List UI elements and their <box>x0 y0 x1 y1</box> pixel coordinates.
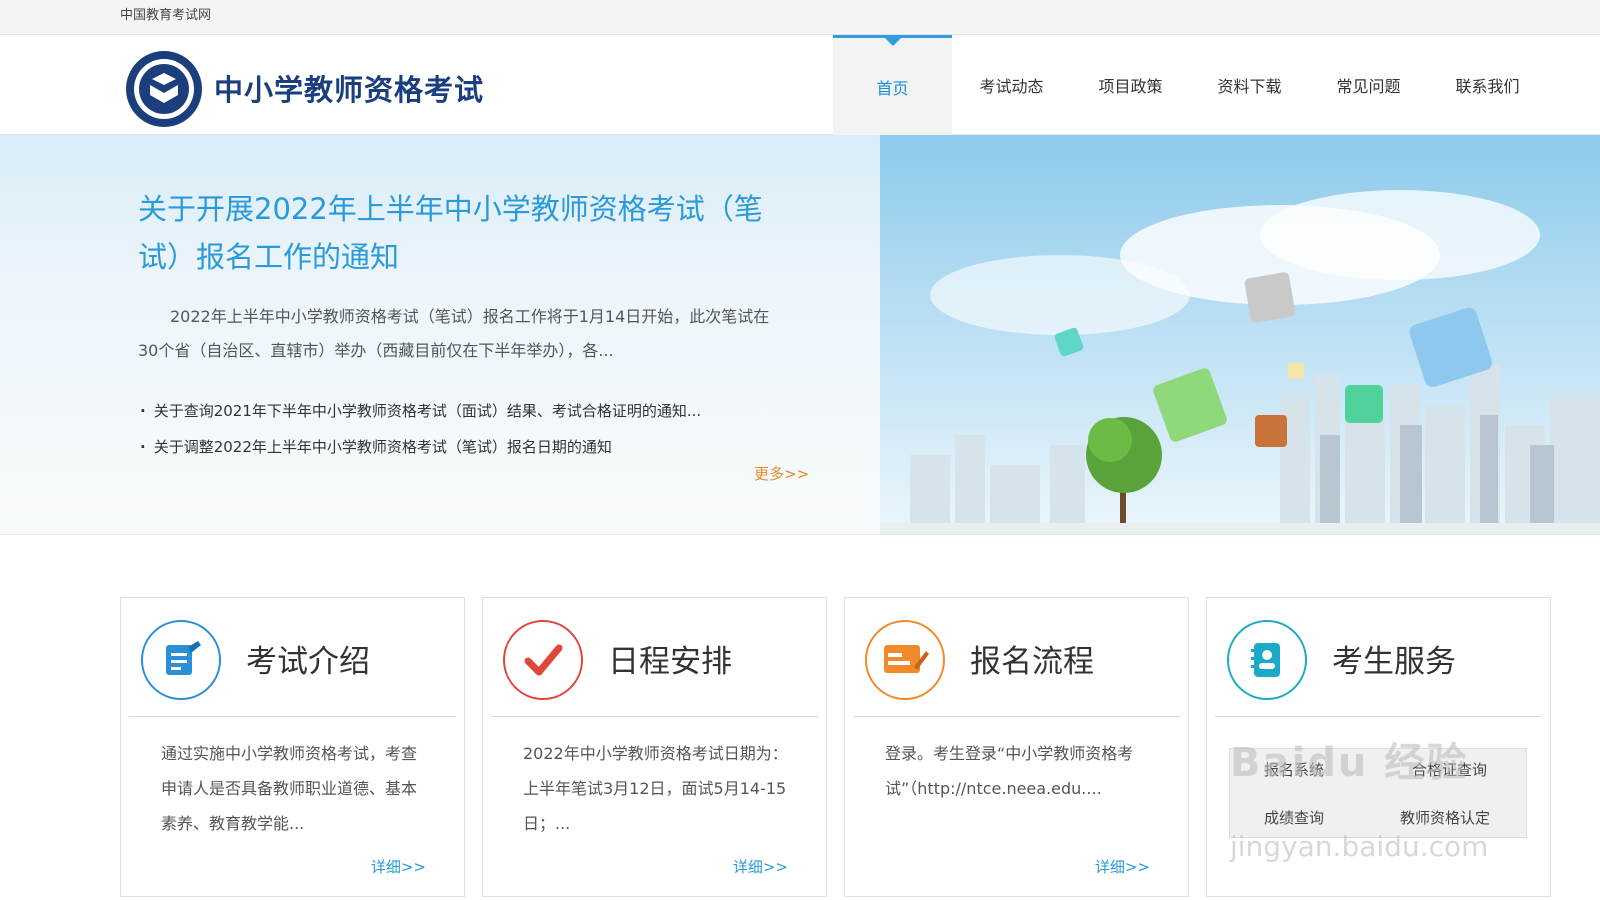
news-banner: 关于开展2022年上半年中小学教师资格考试（笔试）报名工作的通知 2022年上半… <box>0 135 1600 535</box>
nav-faq[interactable]: 常见问题 <box>1309 35 1428 135</box>
card-description: 登录。考生登录“中小学教师资格考试”（http://ntce.neea.edu.… <box>885 744 1134 798</box>
news-item[interactable]: 关于查询2021年下半年中小学教师资格考试（面试）结果、考试合格证明的通知... <box>140 393 800 429</box>
card-title: 考试介绍 <box>246 644 370 680</box>
card-title: 报名流程 <box>970 644 1094 680</box>
main-nav: 首页 考试动态 项目政策 资料下载 常见问题 联系我们 <box>833 35 1547 135</box>
checkmark-icon[interactable] <box>503 620 583 700</box>
news-item[interactable]: 关于调整2022年上半年中小学教师资格考试（笔试）报名日期的通知 <box>140 429 800 465</box>
news-list: 关于查询2021年下半年中小学教师资格考试（面试）结果、考试合格证明的通知...… <box>140 393 800 465</box>
nav-policy[interactable]: 项目政策 <box>1071 35 1190 135</box>
watermark-url: jingyan.baidu.com <box>1230 830 1489 863</box>
headline-news-link[interactable]: 关于开展2022年上半年中小学教师资格考试（笔试）报名工作的通知 <box>138 185 798 281</box>
divider <box>491 716 818 717</box>
details-link[interactable]: 详细>> <box>371 856 426 877</box>
city-illustration <box>880 135 1600 534</box>
exam-logo-icon[interactable] <box>124 49 204 129</box>
service-score-query[interactable]: 成绩查询 <box>1264 807 1324 828</box>
brand-title: 中小学教师资格考试 <box>214 73 485 107</box>
nav-downloads[interactable]: 资料下载 <box>1190 35 1309 135</box>
document-edit-icon[interactable] <box>141 620 221 700</box>
more-news-link[interactable]: 更多>> <box>754 463 809 484</box>
headline-summary: 2022年上半年中小学教师资格考试（笔试）报名工作将于1月14日开始，此次笔试在… <box>138 307 770 360</box>
nav-home[interactable]: 首页 <box>833 35 952 135</box>
contact-book-icon[interactable] <box>1227 620 1307 700</box>
card-registration: 报名流程 登录。考生登录“中小学教师资格考试”（http://ntce.neea… <box>844 597 1189 897</box>
card-schedule: 日程安排 2022年中小学教师资格考试日期为：上半年笔试3月12日，面试5月14… <box>482 597 827 897</box>
service-teacher-certification[interactable]: 教师资格认定 <box>1400 807 1490 828</box>
card-exam-intro: 考试介绍 通过实施中小学教师资格考试，考查申请人是否具备教师职业道德、基本素养、… <box>120 597 465 897</box>
details-link[interactable]: 详细>> <box>733 856 788 877</box>
site-name-link[interactable]: 中国教育考试网 <box>120 4 211 23</box>
divider <box>129 716 456 717</box>
nav-exam-news[interactable]: 考试动态 <box>952 35 1071 135</box>
card-title: 考生服务 <box>1332 644 1456 680</box>
nav-contact[interactable]: 联系我们 <box>1428 35 1547 135</box>
card-title: 日程安排 <box>608 644 732 680</box>
registration-form-icon[interactable] <box>865 620 945 700</box>
baidu-watermark: Baidu 经验 <box>1230 740 1469 786</box>
card-description: 2022年中小学教师资格考试日期为：上半年笔试3月12日，面试5月14-15日；… <box>523 744 788 833</box>
top-bar: 中国教育考试网 <box>0 0 1600 35</box>
details-link[interactable]: 详细>> <box>1095 856 1150 877</box>
divider <box>1215 716 1542 717</box>
header: 中小学教师资格考试 首页 考试动态 项目政策 资料下载 常见问题 联系我们 <box>0 35 1600 135</box>
divider <box>853 716 1180 717</box>
card-description: 通过实施中小学教师资格考试，考查申请人是否具备教师职业道德、基本素养、教育教学能… <box>161 744 418 833</box>
